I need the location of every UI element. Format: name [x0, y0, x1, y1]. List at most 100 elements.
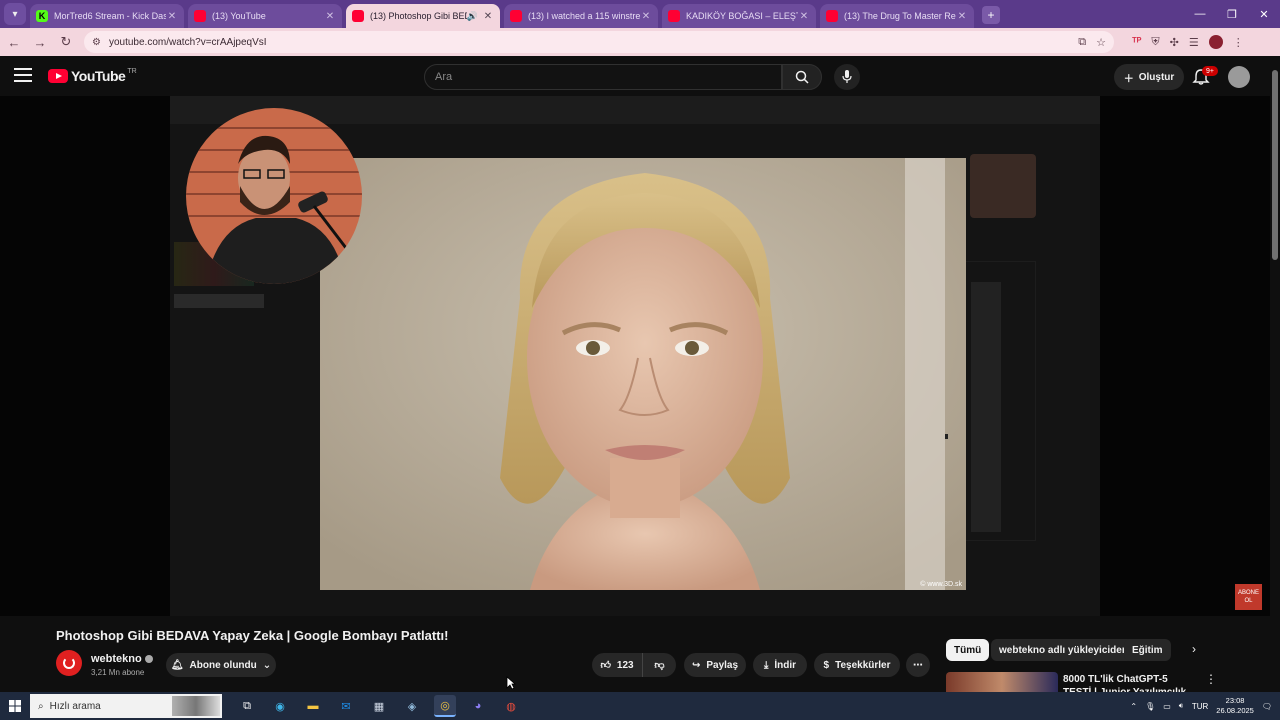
- chips-next-arrow-icon[interactable]: ›: [1192, 642, 1196, 656]
- search-button[interactable]: [782, 64, 822, 90]
- tab-close-icon[interactable]: ✕: [324, 11, 336, 22]
- reading-list-icon[interactable]: ☰: [1189, 36, 1199, 49]
- browser-tab[interactable]: (13) The Drug To Master Realit ✕: [820, 4, 974, 28]
- close-window-icon[interactable]: ✕: [1248, 0, 1280, 28]
- file-explorer-icon[interactable]: ▬: [302, 695, 324, 717]
- tab-close-icon[interactable]: ✕: [482, 11, 494, 22]
- menu-hamburger-icon[interactable]: [14, 68, 32, 84]
- browser-tab[interactable]: K MorTred6 Stream - Kick Dashi... ✕: [30, 4, 184, 28]
- maximize-icon[interactable]: ❐: [1216, 0, 1248, 28]
- browser-tab-active[interactable]: (13) Photoshop Gibi BEDAV 🔊 ✕: [346, 4, 500, 28]
- tab-close-icon[interactable]: ✕: [956, 11, 968, 22]
- chevron-down-icon: ⌄: [262, 659, 272, 671]
- browser-tab[interactable]: KADIKÖY BOĞASI – ELEŞTİREL İ ✕: [662, 4, 816, 28]
- video-player[interactable]: © www.3D.sk: [0, 96, 1270, 616]
- subscribed-button[interactable]: 🔔︎ Abone olundu ⌄: [166, 653, 276, 677]
- site-info-icon[interactable]: ⚙: [92, 37, 101, 48]
- chip-education[interactable]: Eğitim: [1124, 639, 1171, 661]
- system-tray: ⌃ 🎙︎ ▭ 🔉︎ TUR 23:08 26.08.2025 🗨︎: [1130, 692, 1280, 720]
- share-button[interactable]: ↪ Paylaş: [684, 653, 746, 677]
- channel-avatar[interactable]: [56, 650, 82, 676]
- like-button[interactable]: 👍︎ 123: [592, 653, 642, 677]
- share-label: Paylaş: [706, 659, 739, 671]
- browser-tab[interactable]: (13) I watched a 115 winstreak ✕: [504, 4, 658, 28]
- tray-chevron-icon[interactable]: ⌃: [1130, 702, 1137, 711]
- logo-text: YouTube: [71, 68, 126, 84]
- create-button[interactable]: ＋ Oluştur: [1114, 64, 1184, 90]
- outlook-icon[interactable]: ✉: [335, 695, 357, 717]
- dislike-button[interactable]: 👎︎: [642, 653, 676, 677]
- recommendation-menu-icon[interactable]: ⋮: [1205, 672, 1217, 686]
- back-arrow-icon[interactable]: ←: [2, 30, 26, 54]
- taskbar-search-input[interactable]: ⌕ Hızlı arama: [30, 694, 222, 718]
- tab-close-icon[interactable]: ✕: [166, 11, 178, 22]
- page-scrollbar[interactable]: [1270, 56, 1280, 692]
- portrait-photo: © www.3D.sk: [320, 158, 966, 590]
- thumbs-up-icon: 👍︎: [600, 660, 611, 671]
- youtube-favicon-icon: [194, 10, 206, 22]
- mouse-pointer-icon: [506, 676, 516, 690]
- account-avatar[interactable]: [1228, 66, 1250, 88]
- volume-icon[interactable]: 🔉︎: [1179, 701, 1184, 711]
- chip-all[interactable]: Tümü: [946, 639, 990, 661]
- browser-tab[interactable]: (13) YouTube ✕: [188, 4, 342, 28]
- recorded-side-panel: [960, 261, 1036, 541]
- more-actions-button[interactable]: ⋯: [906, 653, 930, 677]
- reload-icon[interactable]: ↻: [54, 30, 78, 54]
- profile-avatar-icon[interactable]: [1208, 35, 1223, 49]
- discord-taskbar-icon[interactable]: ◕: [467, 695, 489, 717]
- subscribe-overlay-badge[interactable]: ABONE OL: [1235, 584, 1262, 610]
- youtube-play-icon: [48, 69, 68, 83]
- notification-center-icon[interactable]: 🗨︎: [1262, 702, 1272, 711]
- tab-title: (13) I watched a 115 winstreak: [528, 11, 640, 21]
- steam-icon[interactable]: ◈: [401, 695, 423, 717]
- bookmark-star-icon[interactable]: ☆: [1096, 36, 1106, 49]
- extensions-puzzle-icon[interactable]: ✣: [1170, 36, 1179, 49]
- verified-check-icon: [144, 655, 153, 664]
- install-app-icon[interactable]: ⧉: [1078, 36, 1086, 49]
- scrollbar-thumb[interactable]: [1272, 70, 1278, 260]
- task-view-icon[interactable]: ⧉: [236, 695, 258, 717]
- edge-browser-icon[interactable]: ◉: [269, 695, 291, 717]
- youtube-favicon-icon: [826, 10, 838, 22]
- network-icon[interactable]: ▭: [1163, 702, 1171, 711]
- recommended-video-title[interactable]: 8000 TL'lik ChatGPT-5 TESTİ | Junior Yaz…: [1063, 673, 1193, 693]
- mouse-cursor: [945, 434, 948, 439]
- thanks-button[interactable]: $ Teşekkürler: [814, 653, 900, 677]
- taskbar-clock[interactable]: 23:08 26.08.2025: [1216, 696, 1254, 716]
- tab-title: MorTred6 Stream - Kick Dashi...: [54, 11, 166, 21]
- tab-close-icon[interactable]: ✕: [798, 11, 810, 22]
- notification-count-badge: 9+: [1202, 66, 1218, 76]
- youtube-favicon-icon: [510, 10, 522, 22]
- address-bar[interactable]: ⚙ youtube.com/watch?v=crAAjpeqVsI ⧉ ☆: [84, 31, 1114, 53]
- tab-search-chevron-icon[interactable]: ▾: [4, 3, 26, 25]
- speaker-icon[interactable]: 🔊: [467, 11, 478, 22]
- tab-title: (13) The Drug To Master Realit: [844, 11, 956, 21]
- minimize-icon[interactable]: —: [1184, 0, 1216, 28]
- tab-close-icon[interactable]: ✕: [640, 11, 652, 22]
- download-button[interactable]: ⤓ İndir: [753, 653, 807, 677]
- windows-start-button[interactable]: [0, 692, 30, 720]
- microphone-icon: [842, 70, 852, 83]
- subscribed-label: Abone olundu: [189, 659, 257, 671]
- forward-arrow-icon[interactable]: →: [28, 30, 52, 54]
- download-label: İndir: [774, 659, 797, 671]
- power-logo-icon: [63, 657, 75, 669]
- tray-mic-icon[interactable]: 🎙︎: [1145, 702, 1155, 711]
- search-input[interactable]: Ara: [424, 64, 782, 90]
- youtube-logo[interactable]: YouTube TR: [48, 68, 137, 84]
- chip-from-uploader[interactable]: webtekno adlı yükleyiciden: [991, 639, 1136, 661]
- extension-shield-icon[interactable]: ⛨: [1151, 36, 1159, 49]
- taskbar-search-placeholder: Hızlı arama: [49, 700, 101, 712]
- chrome-taskbar-icon[interactable]: ◎: [434, 695, 456, 717]
- microsoft-store-icon[interactable]: ▦: [368, 695, 390, 717]
- chrome-menu-icon[interactable]: ⋮: [1233, 36, 1244, 49]
- channel-name[interactable]: webtekno: [91, 653, 153, 665]
- new-tab-button[interactable]: +: [982, 6, 1000, 24]
- recommended-video-thumbnail[interactable]: [946, 672, 1058, 692]
- voice-search-button[interactable]: [834, 64, 860, 90]
- tab-title: (13) YouTube: [212, 11, 266, 21]
- input-language[interactable]: TUR: [1192, 702, 1208, 711]
- extension-icon[interactable]: ᵀᴾ: [1132, 36, 1141, 48]
- obs-recording-icon[interactable]: ◍: [500, 695, 522, 717]
